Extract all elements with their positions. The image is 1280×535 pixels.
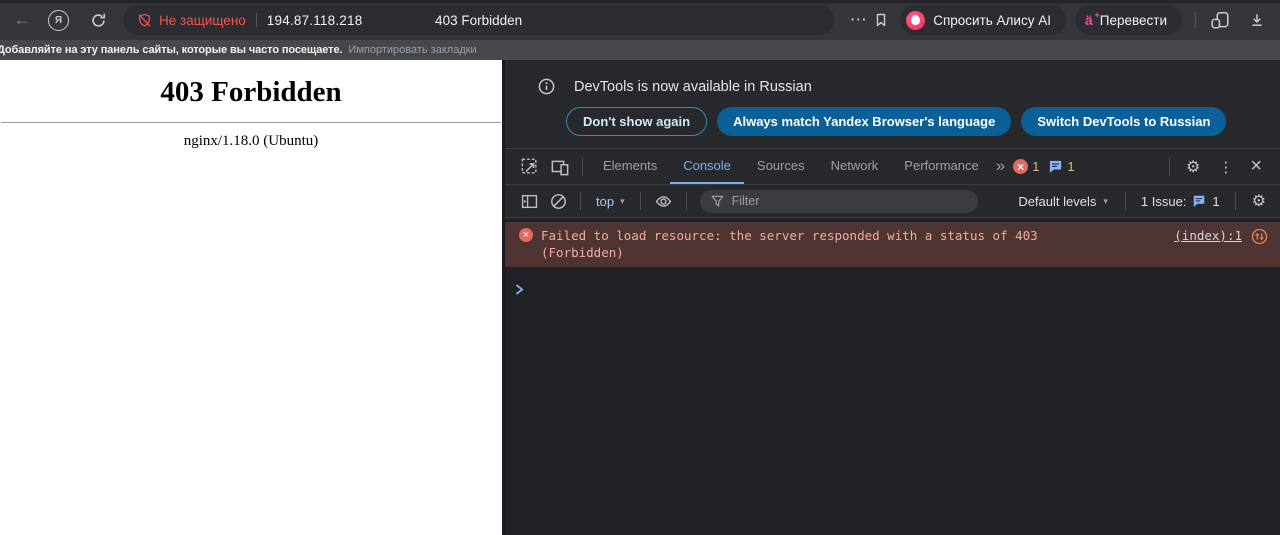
devtools-tab-bar: Elements Console Sources Network Perform… bbox=[505, 149, 1280, 185]
devtools-menu-icon[interactable]: ⋮ bbox=[1218, 158, 1233, 176]
translate-button[interactable]: ä Перевести bbox=[1074, 5, 1182, 35]
console-error-message: Failed to load resource: the server resp… bbox=[505, 222, 1280, 267]
issues-count: 1 bbox=[1212, 193, 1220, 209]
issue-bubble-icon bbox=[1192, 194, 1206, 208]
console-sidebar-icon[interactable] bbox=[521, 193, 538, 210]
message-count-badge[interactable]: 1 bbox=[1048, 159, 1075, 174]
translate-icon: ä bbox=[1085, 8, 1099, 27]
bookmarks-hint: Добавляйте на эту панель сайты, которые … bbox=[0, 44, 343, 56]
prompt-chevron-icon bbox=[514, 283, 526, 296]
more-tabs-icon[interactable]: » bbox=[996, 156, 1005, 176]
alice-icon bbox=[906, 10, 926, 30]
page-title: 403 Forbidden bbox=[160, 76, 342, 108]
chevron-down-icon: ▾ bbox=[1103, 195, 1108, 206]
error-line-2: (Forbidden) bbox=[541, 245, 624, 260]
tabbar-separator-right bbox=[1168, 157, 1170, 176]
javascript-context-select[interactable]: top ▾ bbox=[596, 194, 625, 209]
yandex-profile-icon[interactable]: Я bbox=[48, 9, 69, 31]
tab-sources[interactable]: Sources bbox=[744, 149, 818, 184]
device-toolbar-icon[interactable] bbox=[551, 158, 569, 176]
toolbar-separator bbox=[1195, 12, 1196, 28]
page-divider bbox=[1, 122, 501, 123]
console-filter-input[interactable] bbox=[699, 189, 978, 213]
switch-to-russian-button[interactable]: Switch DevTools to Russian bbox=[1021, 107, 1227, 136]
dont-show-again-button[interactable]: Don't show again bbox=[566, 107, 708, 136]
console-settings-gear-icon[interactable]: ⚙ bbox=[1252, 191, 1266, 211]
tabbar-separator bbox=[582, 157, 583, 176]
browser-toolbar: ← Я Не защищено 194.87.118.218 403 Forbi… bbox=[0, 0, 1280, 40]
error-text: Failed to load resource: the server resp… bbox=[541, 227, 1160, 261]
bookmarks-import-link[interactable]: Импортировать закладки bbox=[348, 44, 476, 56]
console-toolbar-separator-5 bbox=[1234, 192, 1236, 210]
console-prompt[interactable] bbox=[505, 283, 1280, 296]
browser-window: ← Я Не защищено 194.87.118.218 403 Forbi… bbox=[0, 0, 1280, 535]
bookmark-flag-icon[interactable] bbox=[870, 12, 892, 28]
error-count-badge[interactable]: 1 bbox=[1013, 159, 1039, 174]
error-badge-icon bbox=[1013, 159, 1029, 174]
insecure-shield-icon bbox=[137, 13, 152, 28]
reload-icon[interactable] bbox=[89, 12, 107, 29]
tab-elements[interactable]: Elements bbox=[590, 149, 670, 184]
extensions-menu-icon[interactable]: ⋯ bbox=[846, 10, 870, 30]
error-icon bbox=[519, 228, 533, 242]
console-toolbar-separator-3 bbox=[685, 192, 687, 210]
ask-alice-button[interactable]: Спросить Алису AI bbox=[900, 5, 1066, 35]
tab-performance[interactable]: Performance bbox=[891, 149, 991, 184]
message-count: 1 bbox=[1067, 159, 1075, 174]
translate-label: Перевести bbox=[1099, 12, 1167, 28]
context-label: top bbox=[596, 193, 615, 209]
log-levels-select[interactable]: Default levels ▾ bbox=[1018, 194, 1108, 209]
banner-title: DevTools is now available in Russian bbox=[574, 78, 812, 95]
console-toolbar: top ▾ Default levels ▾ 1 Issue: bbox=[505, 185, 1280, 218]
message-bubble-icon bbox=[1048, 159, 1063, 174]
downloads-icon[interactable] bbox=[1248, 12, 1266, 28]
levels-label: Default levels bbox=[1018, 193, 1097, 209]
chevron-down-icon: ▾ bbox=[620, 195, 625, 206]
match-language-button[interactable]: Always match Yandex Browser's language bbox=[717, 107, 1012, 136]
inspect-element-icon[interactable] bbox=[521, 158, 539, 176]
address-divider bbox=[255, 13, 257, 27]
console-toolbar-separator-4 bbox=[1124, 192, 1126, 210]
error-count: 1 bbox=[1032, 159, 1040, 174]
server-info: nginx/1.18.0 (Ubuntu) bbox=[183, 133, 319, 149]
error-line-1: Failed to load resource: the server resp… bbox=[541, 228, 1038, 243]
back-icon[interactable]: ← bbox=[12, 10, 32, 30]
url-text: 194.87.118.218 bbox=[266, 12, 363, 28]
issues-counter[interactable]: 1 Issue: 1 bbox=[1141, 194, 1220, 209]
info-icon bbox=[538, 78, 555, 95]
security-chip[interactable]: Не защищено bbox=[137, 13, 246, 28]
security-label: Не защищено bbox=[159, 12, 246, 28]
live-expression-eye-icon[interactable] bbox=[654, 193, 673, 210]
console-messages: Failed to load resource: the server resp… bbox=[505, 222, 1280, 296]
tab-title: 403 Forbidden bbox=[435, 12, 523, 28]
address-bar[interactable]: Не защищено 194.87.118.218 403 Forbidden bbox=[123, 5, 835, 35]
tab-network[interactable]: Network bbox=[818, 149, 892, 184]
error-source-link[interactable]: (index):1 bbox=[1174, 227, 1242, 244]
console-toolbar-separator-2 bbox=[639, 192, 641, 210]
devtools-close-icon[interactable]: × bbox=[1250, 156, 1262, 176]
clear-console-icon[interactable] bbox=[550, 193, 567, 210]
issues-label: 1 Issue: bbox=[1140, 193, 1187, 209]
open-in-network-icon[interactable] bbox=[1251, 228, 1268, 245]
devtools-panel: DevTools is now available in Russian Don… bbox=[502, 60, 1280, 535]
devtools-language-banner: DevTools is now available in Russian Don… bbox=[505, 60, 1280, 149]
bookmarks-bar: Добавляйте на эту панель сайты, которые … bbox=[0, 40, 1280, 60]
webpage-403: 403 Forbidden nginx/1.18.0 (Ubuntu) bbox=[0, 60, 502, 535]
console-toolbar-separator-1 bbox=[580, 192, 581, 210]
side-panel-icon[interactable] bbox=[1209, 11, 1231, 30]
ask-alice-label: Спросить Алису AI bbox=[933, 12, 1051, 28]
tab-console[interactable]: Console bbox=[670, 149, 744, 184]
settings-gear-icon[interactable]: ⚙ bbox=[1186, 157, 1200, 177]
filter-funnel-icon bbox=[711, 195, 724, 208]
